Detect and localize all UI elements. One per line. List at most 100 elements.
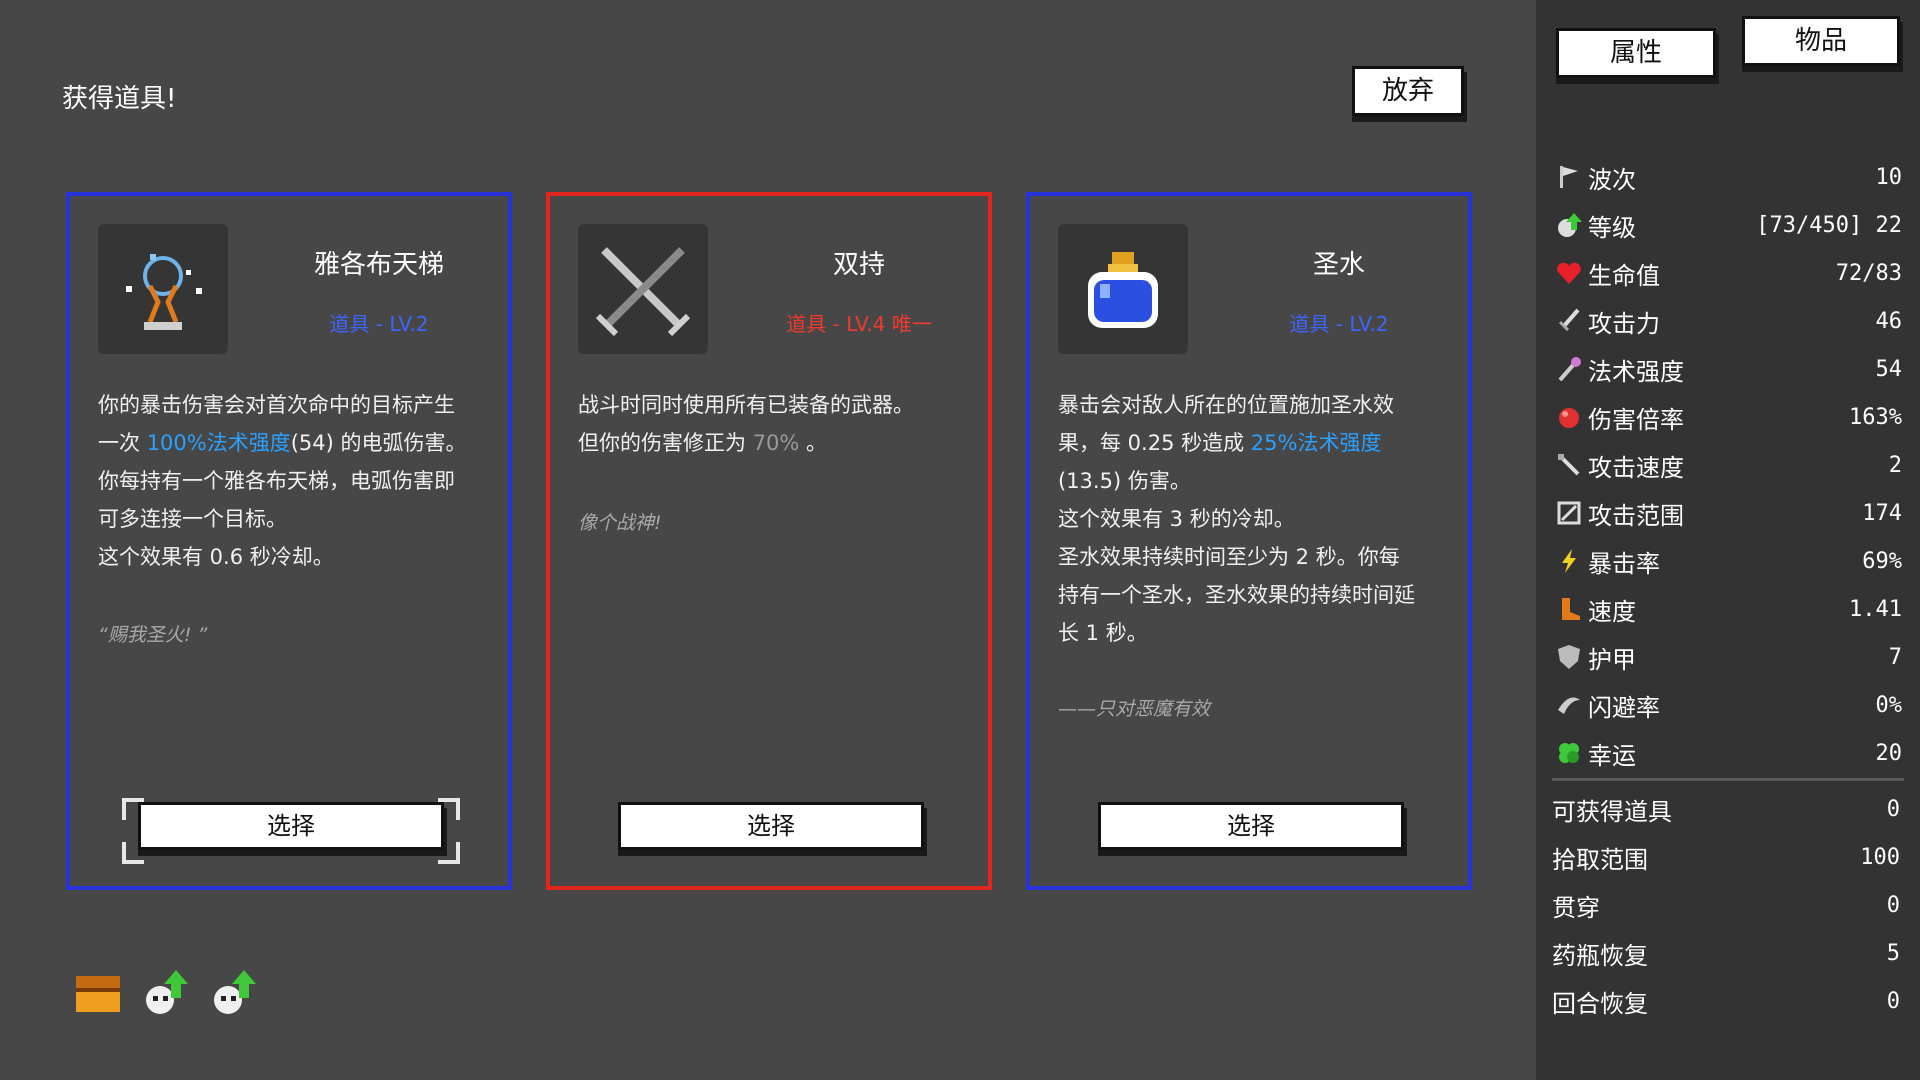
stat-label: 波次 — [1588, 165, 1636, 194]
desc-line: 战斗时同时使用所有已装备的武器。 — [578, 393, 914, 417]
item-description: 暴击会对敌人所在的位置施加圣水效 果，每 0.25 秒造成 25%法术强度 (1… — [1058, 386, 1446, 652]
range-icon — [1557, 501, 1581, 525]
item-flavor-quote: “赐我圣火! ” — [98, 624, 208, 646]
skull-upgrade-icon[interactable] — [208, 966, 260, 1018]
desc-text: 但你的伤害修正为 — [578, 431, 753, 455]
stat-value: 54 — [1875, 356, 1903, 382]
stat-value: 100 — [1860, 844, 1900, 870]
desc-text: 果，每 0.25 秒造成 — [1058, 431, 1251, 455]
stat-potion-heal: 药瓶恢复 5 — [1552, 933, 1900, 973]
item-card-dual-wield: 双持 道具 - LV.4 唯一 战斗时同时使用所有已装备的武器。 但你的伤害修正… — [546, 192, 992, 890]
jacobs-ladder-icon — [98, 224, 228, 354]
stat-crit-rate: 暴击率 69% — [1554, 541, 1902, 581]
stat-label: 护甲 — [1588, 645, 1636, 674]
stat-speed: 速度 1.41 — [1554, 589, 1902, 629]
stat-value: 46 — [1875, 308, 1903, 334]
lightning-icon — [1562, 549, 1576, 573]
clover-icon — [1559, 743, 1579, 763]
item-description: 你的暴击伤害会对首次命中的目标产生 一次 100%法术强度(54) 的电弧伤害。… — [98, 386, 486, 576]
dodge-icon — [1558, 697, 1580, 714]
abandon-button[interactable]: 放弃 — [1352, 66, 1464, 116]
stat-luck: 幸运 20 — [1554, 733, 1902, 773]
selection-bracket-tr — [438, 798, 460, 820]
desc-line: (13.5) 伤害。 — [1058, 469, 1191, 493]
stat-label: 攻击速度 — [1588, 453, 1684, 482]
chest-icon[interactable] — [72, 966, 124, 1018]
desc-line: 但你的伤害修正为 70% 。 — [578, 424, 966, 462]
attack-speed-icon — [1558, 454, 1580, 476]
stat-value: 0 — [1886, 988, 1900, 1014]
desc-line: 你每持有一个雅各布天梯，电弧伤害即 — [98, 469, 455, 493]
selection-bracket-tl — [122, 798, 144, 820]
stat-label: 法术强度 — [1588, 357, 1684, 386]
desc-line: 圣水效果持续时间至少为 2 秒。你每 — [1058, 545, 1400, 569]
skull-upgrade-icon[interactable] — [140, 966, 192, 1018]
desc-line: 持有一个圣水，圣水效果的持续时间延 — [1058, 583, 1415, 607]
sword-icon — [1558, 308, 1580, 332]
desc-line: 暴击会对敌人所在的位置施加圣水效 — [1058, 393, 1394, 417]
stat-value: 0 — [1886, 892, 1900, 918]
desc-text: 。 — [799, 431, 828, 455]
heart-icon — [1557, 262, 1581, 284]
select-button[interactable]: 选择 — [1098, 802, 1404, 850]
desc-highlight: 100%法术强度 — [146, 431, 291, 455]
boot-icon — [1562, 598, 1580, 620]
stat-label: 幸运 — [1588, 741, 1636, 770]
stats-panel: 属性 物品 波次 10 等级 [73/450] 22 生命值 72/83 攻击力… — [1536, 0, 1920, 1080]
stat-damage-mult: 伤害倍率 163% — [1554, 397, 1902, 437]
item-card-holy-water: 圣水 道具 - LV.2 暴击会对敌人所在的位置施加圣水效 果，每 0.25 秒… — [1026, 192, 1472, 890]
item-flavor-quote: ——只对恶魔有效 — [1058, 698, 1211, 720]
item-name: 圣水 — [1312, 250, 1365, 280]
tab-items[interactable]: 物品 — [1742, 16, 1900, 66]
crossed-swords-icon — [578, 224, 708, 354]
stat-attack: 攻击力 46 — [1554, 301, 1902, 341]
flag-icon — [1560, 166, 1578, 188]
stat-range: 攻击范围 174 — [1554, 493, 1902, 533]
stat-hp: 生命值 72/83 — [1554, 253, 1902, 293]
stats-divider — [1552, 778, 1904, 781]
stat-label: 生命值 — [1588, 261, 1660, 290]
item-name: 双持 — [832, 250, 885, 280]
holy-water-bottle-icon — [1058, 224, 1188, 354]
stat-pierce: 贯穿 0 — [1552, 885, 1900, 925]
item-tier: 道具 - LV.2 — [1289, 312, 1389, 336]
item-flavor-quote: 像个战神! — [578, 512, 662, 534]
stat-value: 72/83 — [1835, 260, 1902, 286]
stat-wave: 波次 10 — [1554, 157, 1902, 197]
desc-line: 果，每 0.25 秒造成 25%法术强度 — [1058, 424, 1446, 462]
stat-label: 拾取范围 — [1552, 845, 1648, 874]
select-button[interactable]: 选择 — [618, 802, 924, 850]
stat-label: 等级 — [1588, 213, 1636, 242]
damage-orb-icon — [1559, 408, 1579, 428]
level-up-icon — [1558, 213, 1582, 237]
desc-line: 长 1 秒。 — [1058, 621, 1148, 645]
stat-label: 可获得道具 — [1552, 797, 1672, 826]
stat-dodge: 闪避率 0% — [1554, 685, 1902, 725]
select-button[interactable]: 选择 — [138, 802, 444, 850]
shield-icon — [1558, 645, 1580, 669]
stat-label: 攻击力 — [1588, 309, 1660, 338]
stat-spell-power: 法术强度 54 — [1554, 349, 1902, 389]
wand-icon — [1558, 357, 1581, 382]
stat-value: 20 — [1875, 740, 1903, 766]
desc-highlight: 25%法术强度 — [1250, 431, 1382, 455]
stat-value: 1.41 — [1849, 596, 1902, 622]
stat-label: 闪避率 — [1588, 693, 1660, 722]
item-description: 战斗时同时使用所有已装备的武器。 但你的伤害修正为 70% 。 — [578, 386, 966, 462]
stat-label: 速度 — [1588, 597, 1636, 626]
desc-line: 一次 100%法术强度(54) 的电弧伤害。 — [98, 424, 486, 462]
desc-line: 可多连接一个目标。 — [98, 507, 287, 531]
desc-line: 这个效果有 0.6 秒冷却。 — [98, 545, 334, 569]
stat-label: 攻击范围 — [1588, 501, 1684, 530]
stat-value: 2 — [1888, 452, 1902, 478]
selection-bracket-br — [438, 842, 460, 864]
stat-round-heal: 回合恢复 0 — [1552, 981, 1900, 1021]
item-tier: 道具 - LV.2 — [329, 312, 429, 336]
stat-level: 等级 [73/450] 22 — [1554, 205, 1902, 245]
tab-attributes[interactable]: 属性 — [1556, 28, 1716, 78]
selection-bracket-bl — [122, 842, 144, 864]
item-name: 雅各布天梯 — [313, 250, 444, 280]
stat-label: 贯穿 — [1552, 893, 1600, 922]
desc-text: 一次 — [98, 431, 147, 455]
stat-obtainable-items: 可获得道具 0 — [1552, 789, 1900, 829]
